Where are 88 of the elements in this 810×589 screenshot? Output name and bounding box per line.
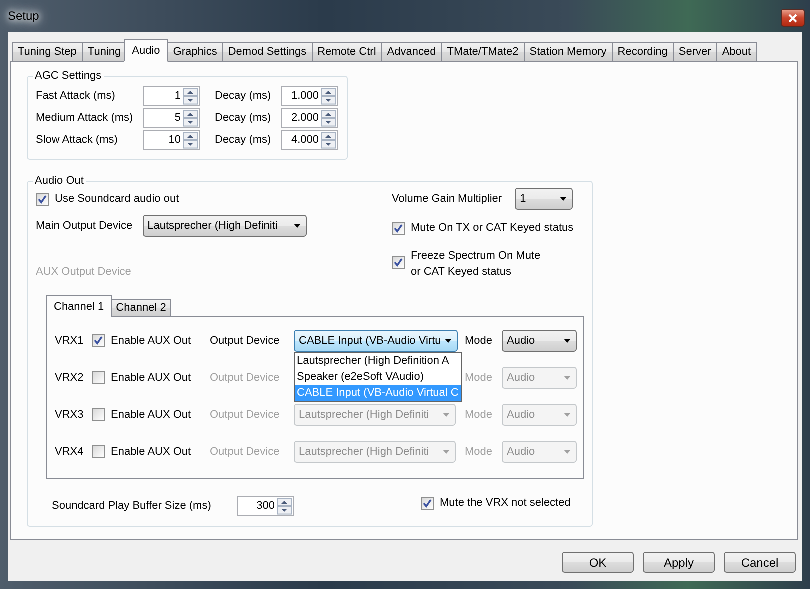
checkbox-label: Freeze Spectrum On Mute or CAT Keyed status — [411, 249, 542, 280]
field-label: Slow Attack (ms) — [36, 134, 119, 146]
caret-icon — [564, 338, 571, 342]
field-label: AUX Output Device — [36, 265, 132, 279]
dialog-button[interactable]: Apply — [643, 552, 715, 573]
field-label: Output Device — [210, 372, 281, 384]
tab[interactable]: Recording — [612, 42, 674, 61]
caret-icon — [560, 197, 568, 201]
field-label: Medium Attack (ms) — [36, 112, 134, 124]
dialog-button[interactable]: OK — [562, 552, 634, 573]
tab[interactable]: Channel 2 — [111, 299, 172, 316]
checkbox[interactable] — [92, 445, 105, 458]
tab[interactable]: Advanced — [381, 42, 442, 61]
caret-icon — [564, 376, 571, 380]
caret-icon — [443, 412, 450, 416]
checkbox-label: Mute the VRX not selected — [440, 496, 571, 511]
checkbox[interactable] — [392, 256, 405, 269]
field-label: Soundcard Play Buffer Size (ms) — [52, 500, 212, 512]
checkbox[interactable] — [392, 222, 405, 234]
number-field[interactable]: 5 — [143, 108, 200, 128]
dialog-button[interactable]: Cancel — [724, 552, 796, 573]
tab[interactable]: Station Memory — [524, 42, 613, 61]
tab[interactable]: About — [716, 42, 758, 61]
tab[interactable]: Server — [672, 42, 718, 61]
checkbox[interactable] — [92, 408, 105, 421]
tab[interactable]: Graphics — [167, 42, 224, 61]
spinner-arrows-icon — [183, 88, 198, 104]
group-title: AGC Settings — [34, 70, 103, 82]
row-label: VRX4 — [55, 446, 85, 458]
spinner-arrows-icon — [183, 132, 198, 148]
checkbox-label: Use Soundcard audio out — [55, 192, 180, 207]
number-field[interactable]: 1 — [143, 86, 200, 106]
checkbox-label: Enable AUX Out — [111, 444, 192, 460]
caret-icon — [564, 450, 571, 454]
dropdown[interactable]: 1 — [515, 188, 574, 210]
checkbox[interactable] — [92, 371, 105, 384]
field-label: Decay (ms) — [215, 90, 272, 102]
checkbox[interactable] — [421, 496, 434, 510]
tab[interactable]: Tuning Step — [12, 42, 83, 61]
field-label: Mode — [465, 372, 494, 384]
checkbox-label: Enable AUX Out — [111, 334, 192, 348]
number-field[interactable]: 2.000 — [281, 108, 338, 128]
number-field[interactable]: 300 — [237, 496, 294, 516]
spinner-arrows-icon — [277, 498, 292, 514]
checkbox-label: Mute On TX or CAT Keyed status — [411, 221, 574, 236]
spinner-arrows-icon — [321, 110, 336, 126]
spinner-arrows-icon — [321, 132, 336, 148]
checkbox[interactable] — [92, 334, 105, 347]
field-label: Decay (ms) — [215, 112, 272, 124]
close-button[interactable] — [781, 9, 805, 27]
tab[interactable]: Audio — [124, 39, 168, 62]
dropdown[interactable]: Audio — [502, 330, 577, 352]
dropdown[interactable]: CABLE Input (VB-Audio Virtu — [294, 330, 458, 352]
row-label: VRX1 — [55, 334, 85, 346]
number-field[interactable]: 4.000 — [281, 130, 338, 150]
number-field[interactable]: 10 — [143, 130, 200, 150]
caret-icon — [443, 450, 450, 454]
field-label: Main Output Device — [36, 220, 133, 232]
caret-icon — [294, 224, 301, 228]
dropdown[interactable]: Lautsprecher (High Definiti — [142, 215, 307, 237]
spinner-arrows-icon — [183, 110, 198, 126]
number-field[interactable]: 1.000 — [281, 86, 338, 106]
caret-icon — [564, 412, 571, 416]
checkbox[interactable] — [36, 192, 49, 206]
field-label: Output Device — [210, 408, 281, 420]
tab[interactable]: Remote Ctrl — [312, 42, 382, 61]
field-label: Decay (ms) — [215, 134, 272, 146]
checkbox-label: Enable AUX Out — [111, 408, 192, 422]
field-label: Mode — [465, 334, 494, 346]
tab[interactable]: Channel 1 — [46, 295, 112, 317]
field-label: Fast Attack (ms) — [36, 90, 116, 102]
field-label: Output Device — [210, 446, 281, 458]
group-title: Audio Out — [34, 175, 85, 187]
close-icon — [788, 14, 798, 22]
caret-icon — [445, 338, 452, 342]
spinner-arrows-icon — [321, 88, 336, 104]
tab[interactable]: TMate/TMate2 — [441, 42, 525, 61]
row-label: VRX2 — [55, 372, 85, 384]
field-label: Mode — [465, 408, 494, 420]
field-label: Output Device — [210, 334, 281, 346]
row-label: VRX3 — [55, 408, 85, 420]
dropdown-option[interactable]: Lautsprecher (High Definition A — [295, 352, 461, 368]
window-title: Setup — [8, 9, 40, 23]
dropdown-option[interactable]: Speaker (e2eSoft VAudio) — [295, 368, 461, 384]
field-label: Mode — [465, 446, 494, 458]
field-label: Volume Gain Multiplier — [392, 193, 502, 205]
tab[interactable]: Demod Settings — [222, 42, 313, 61]
checkbox-label: Enable AUX Out — [111, 370, 192, 386]
